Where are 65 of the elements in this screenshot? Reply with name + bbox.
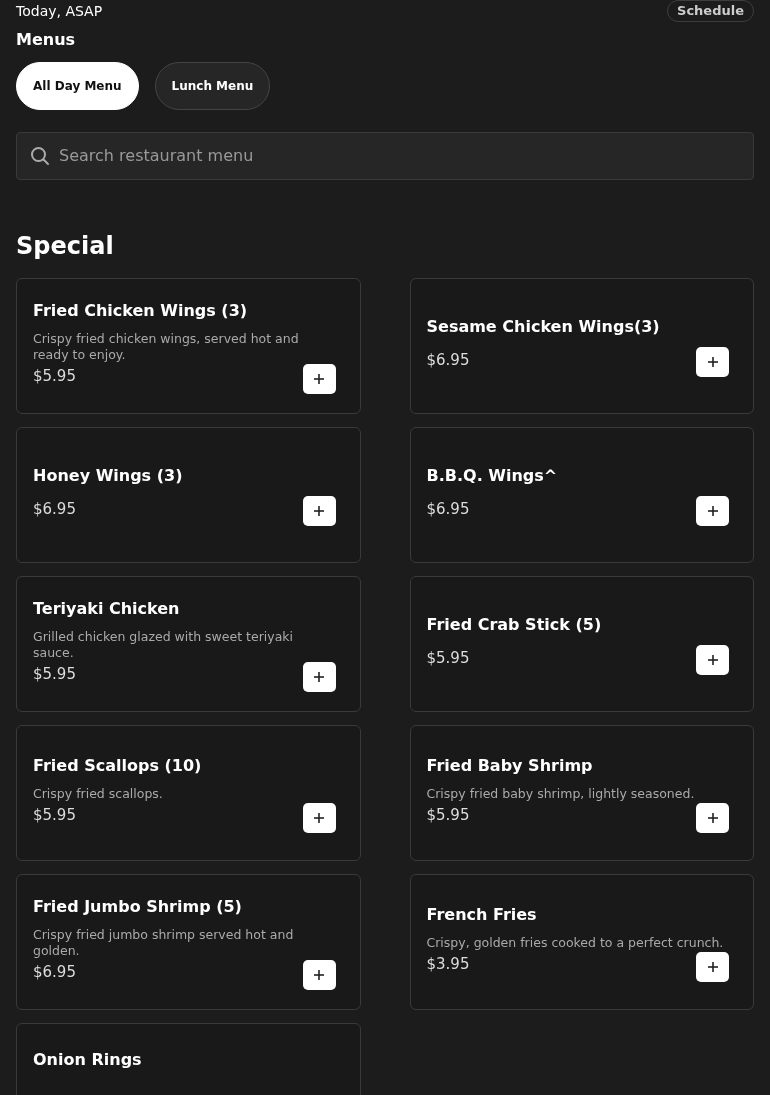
- plus-icon: [707, 961, 718, 972]
- plus-icon: [314, 969, 324, 980]
- menu-tab[interactable]: Lunch Menu: [154, 61, 271, 110]
- plus-icon: [314, 812, 324, 823]
- item-name: French Fries: [426, 904, 538, 927]
- item-name: Onion Rings: [33, 1049, 143, 1072]
- item-description: Crispy fried baby shrimp, lightly seasoned.: [426, 786, 696, 803]
- add-button[interactable]: [696, 802, 729, 833]
- item-price: $6.95: [33, 962, 76, 984]
- plus-icon: [314, 373, 324, 384]
- item-name: Fried Crab Stick (5): [426, 614, 603, 637]
- add-button[interactable]: [302, 363, 336, 394]
- item-price: $5.95: [426, 647, 470, 669]
- plus-icon: [707, 812, 718, 823]
- item-name: Fried Baby Shrimp: [426, 755, 594, 778]
- item-description: Crispy, golden fries cooked to a perfect crunch.: [426, 935, 725, 952]
- item-price: $5.95: [426, 805, 470, 826]
- add-button[interactable]: [302, 496, 336, 527]
- menus-heading: Menus: [16, 28, 77, 51]
- item-price: $5.95: [33, 664, 76, 686]
- section-title: Special: [16, 231, 115, 261]
- menu-item-card[interactable]: Fried Baby Shrimp Crispy fried baby shrimp, lightly seasoned. $5.95: [409, 725, 754, 862]
- menu-tab[interactable]: All Day Menu: [16, 61, 139, 110]
- menu-item-card[interactable]: Fried Crab Stick (5) $5.95: [409, 576, 754, 713]
- search-field[interactable]: Search restaurant menu: [16, 131, 754, 180]
- plus-icon: [707, 357, 718, 368]
- add-button[interactable]: [696, 496, 729, 527]
- item-name: B.B.Q. Wings^: [426, 465, 559, 488]
- menu-item-card[interactable]: B.B.Q. Wings^ $6.95: [409, 427, 754, 564]
- menu-item-card[interactable]: Fried Scallops (10) Crispy fried scallops. $5.95: [16, 725, 361, 862]
- menu-item-card[interactable]: Sesame Chicken Wings(3) $6.95: [409, 278, 754, 415]
- item-price: $5.95: [33, 805, 76, 826]
- item-description: Crispy fried jumbo shrimp served hot and golden.: [33, 927, 295, 960]
- item-description: Crispy fried scallops.: [33, 786, 164, 803]
- plus-icon: [314, 671, 324, 682]
- item-price: $6.95: [33, 498, 76, 520]
- item-name: Teriyaki Chicken: [33, 598, 181, 621]
- plus-icon: [314, 506, 324, 517]
- plus-icon: [707, 506, 718, 517]
- add-button[interactable]: [302, 661, 336, 692]
- menu-item-card[interactable]: Onion Rings: [16, 1023, 361, 1095]
- add-button[interactable]: [302, 959, 336, 990]
- item-name: Honey Wings (3): [33, 465, 184, 488]
- menu-item-card[interactable]: Teriyaki Chicken Grilled chicken glazed with sweet teriyaki sauce. $5.95: [16, 576, 361, 713]
- item-price: $3.95: [426, 954, 470, 975]
- menu-item-card[interactable]: French Fries Crispy, golden fries cooked to a perfect crunch. $3.95: [409, 874, 754, 1011]
- add-button[interactable]: [696, 645, 729, 676]
- item-name: Sesame Chicken Wings(3): [426, 316, 661, 339]
- item-price: $6.95: [426, 498, 470, 520]
- delivery-time: Today, ASAP: [16, 1, 103, 21]
- item-description: Crispy fried chicken wings, served hot and ready to enjoy.: [33, 331, 300, 364]
- item-name: Fried Jumbo Shrimp (5): [33, 896, 243, 919]
- add-button[interactable]: [696, 951, 729, 982]
- add-button[interactable]: [696, 347, 729, 378]
- item-description: Grilled chicken glazed with sweet teriyaki sauce.: [33, 629, 295, 662]
- item-name: Fried Scallops (10): [33, 755, 203, 778]
- add-button[interactable]: [302, 802, 336, 833]
- item-price: $6.95: [426, 349, 470, 371]
- menu-item-card[interactable]: Honey Wings (3) $6.95: [16, 427, 361, 564]
- item-price: $5.95: [33, 366, 76, 388]
- search-icon: [30, 145, 50, 166]
- plus-icon: [707, 655, 718, 666]
- item-name: Fried Chicken Wings (3): [33, 300, 249, 323]
- menu-item-card[interactable]: Fried Chicken Wings (3) Crispy fried chicken wings, served hot and ready to enjoy. $5.95: [16, 278, 361, 415]
- menu-item-card[interactable]: Fried Jumbo Shrimp (5) Crispy fried jumbo shrimp served hot and golden. $6.95: [16, 874, 361, 1011]
